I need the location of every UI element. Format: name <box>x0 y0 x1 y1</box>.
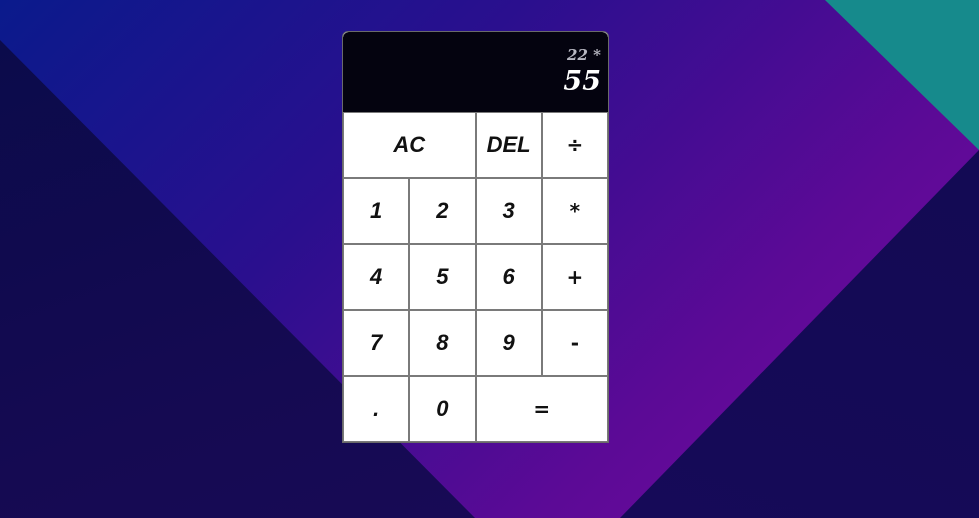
previous-operand: 22 * <box>567 45 601 64</box>
plus-button[interactable]: + <box>541 244 608 310</box>
multiply-button[interactable]: * <box>541 178 608 244</box>
digit-4-button[interactable]: 4 <box>343 244 410 310</box>
delete-button[interactable]: DEL <box>475 112 542 178</box>
digit-6-button[interactable]: 6 <box>475 244 542 310</box>
divide-button[interactable]: ÷ <box>541 112 608 178</box>
digit-1-button[interactable]: 1 <box>343 178 410 244</box>
digit-2-button[interactable]: 2 <box>409 178 476 244</box>
digit-0-button[interactable]: 0 <box>409 376 476 442</box>
equals-button[interactable]: = <box>475 376 608 442</box>
calculator: 22 * 55 AC DEL ÷ 1 2 3 * 4 5 6 + 7 8 9 -… <box>342 31 609 443</box>
decimal-point-button[interactable]: . <box>343 376 410 442</box>
calculator-display: 22 * 55 <box>343 32 608 112</box>
current-operand: 55 <box>563 65 601 97</box>
digit-3-button[interactable]: 3 <box>475 178 542 244</box>
digit-8-button[interactable]: 8 <box>409 310 476 376</box>
all-clear-button[interactable]: AC <box>343 112 476 178</box>
digit-7-button[interactable]: 7 <box>343 310 410 376</box>
minus-button[interactable]: - <box>541 310 608 376</box>
digit-5-button[interactable]: 5 <box>409 244 476 310</box>
digit-9-button[interactable]: 9 <box>475 310 542 376</box>
